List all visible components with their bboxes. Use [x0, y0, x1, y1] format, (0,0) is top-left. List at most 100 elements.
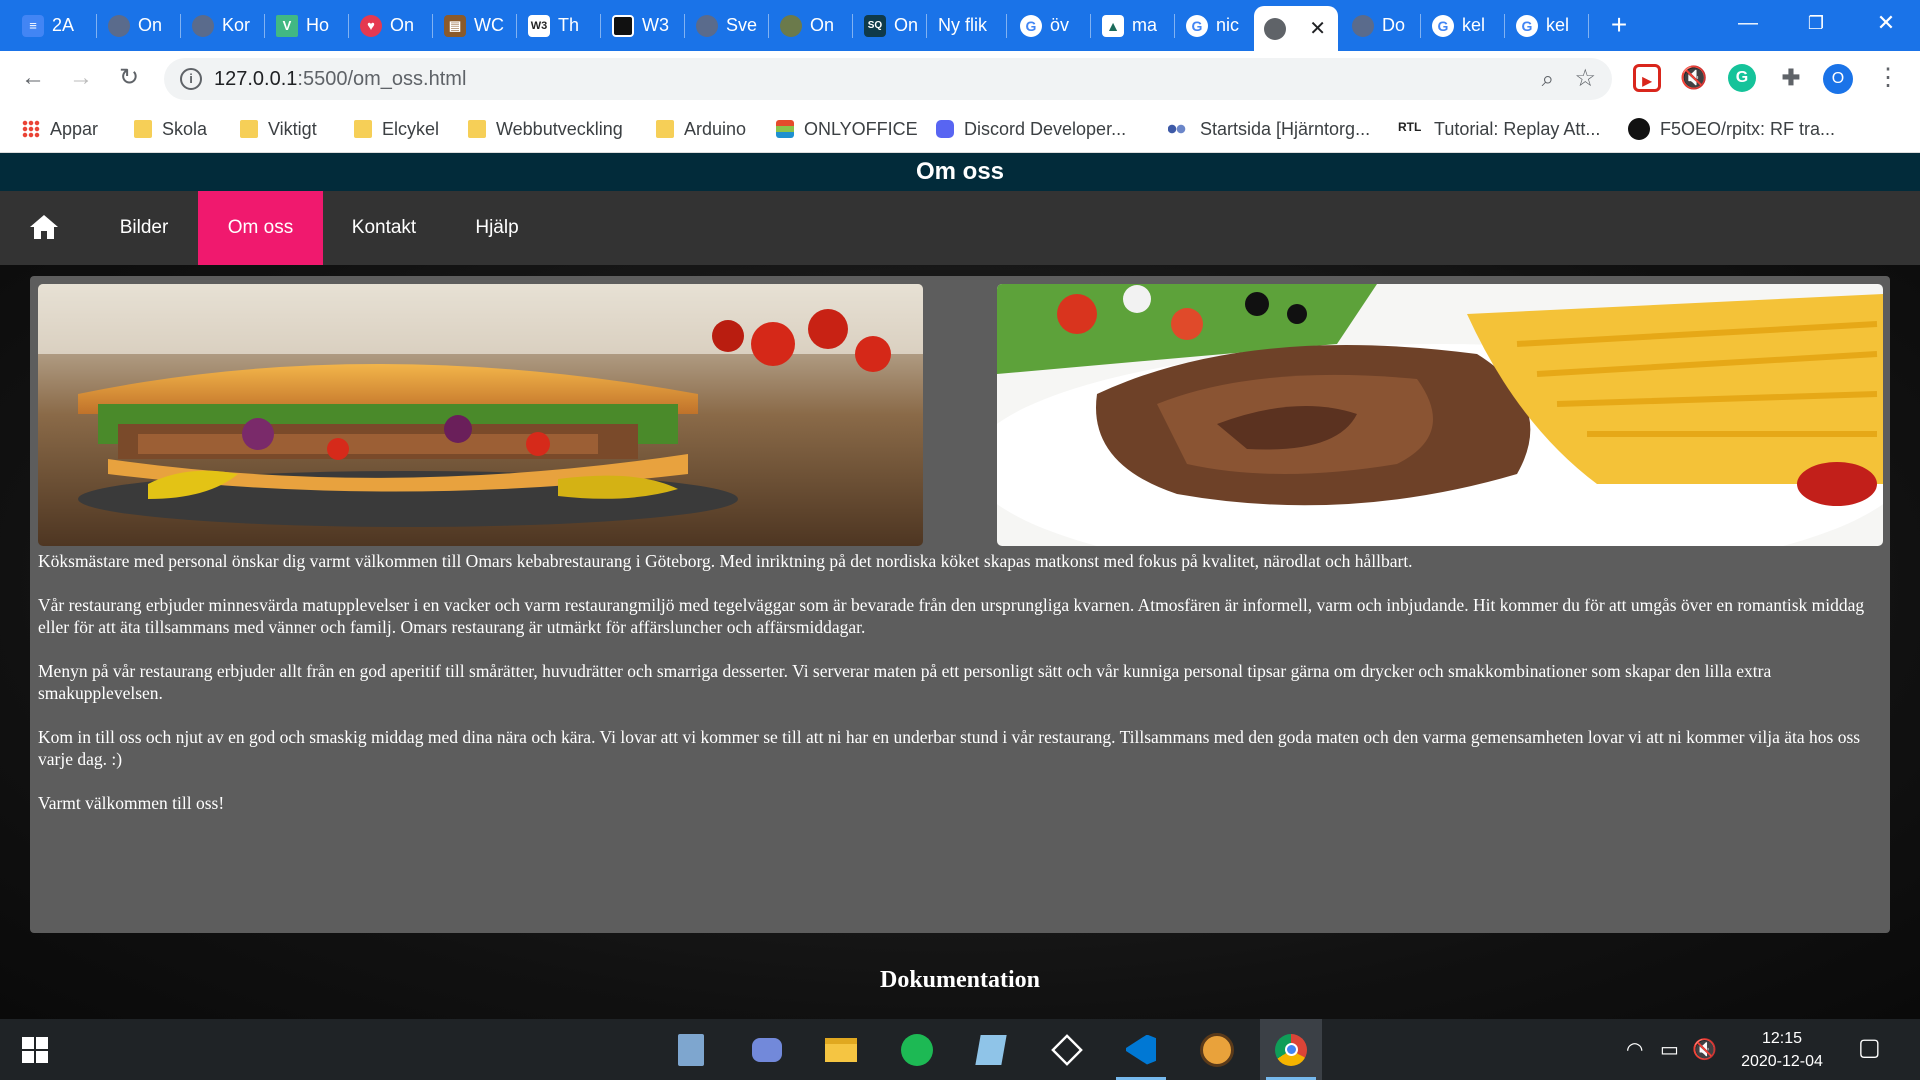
w3-icon: W3 — [528, 14, 550, 37]
browser-toolbar: ← → ↻ i 127.0.0.1:5500/om_oss.html ⌕ ☆ ▶… — [0, 51, 1920, 106]
hat-icon: ▲ — [1102, 14, 1124, 37]
zoom-icon[interactable]: ⌕ — [1542, 66, 1554, 92]
url-host: 127.0.0.1 — [214, 68, 298, 90]
onlyoffice-icon — [776, 120, 794, 138]
unity-icon[interactable] — [1036, 1019, 1098, 1080]
nav-hjalp[interactable]: Hjälp — [452, 191, 542, 265]
close-tab-icon[interactable]: ✕ — [1309, 16, 1326, 41]
bookmark-folder[interactable]: Arduino — [656, 116, 746, 142]
folder-icon — [468, 120, 486, 138]
bookmark-onlyoffice[interactable]: ONLYOFFICE — [776, 116, 918, 142]
file-explorer-icon[interactable] — [810, 1019, 872, 1080]
bookmark-rtl[interactable]: RTL Tutorial: Replay Att... — [1398, 116, 1600, 142]
url-text[interactable]: 127.0.0.1:5500/om_oss.html — [214, 68, 466, 91]
nav-bilder[interactable]: Bilder — [96, 191, 192, 265]
tab[interactable]: Ny flik — [928, 6, 1012, 45]
address-bar[interactable]: i 127.0.0.1:5500/om_oss.html ⌕ ☆ — [164, 58, 1612, 100]
discord-icon[interactable] — [736, 1019, 798, 1080]
tab[interactable]: W3 — [602, 6, 676, 45]
forward-icon[interactable]: → — [66, 63, 96, 93]
tab[interactable]: V Ho — [266, 6, 340, 45]
spotify-icon[interactable] — [886, 1019, 948, 1080]
chrome-icon[interactable] — [1260, 1019, 1322, 1080]
minimize-icon[interactable]: — — [1728, 8, 1768, 38]
tab[interactable]: On — [770, 6, 844, 45]
tab[interactable]: On — [98, 6, 170, 45]
close-window-icon[interactable]: ✕ — [1866, 8, 1906, 38]
bookmark-github[interactable]: F5OEO/rpitx: RF tra... — [1628, 116, 1835, 142]
home-icon[interactable] — [28, 213, 60, 241]
tab[interactable]: ♥ On — [350, 6, 424, 45]
google-icon: G — [1516, 14, 1538, 37]
extensions-puzzle-icon[interactable]: ✚ — [1777, 64, 1805, 92]
nav-om-oss[interactable]: Om oss — [198, 191, 323, 265]
folder-icon — [656, 120, 674, 138]
bookmark-folder[interactable]: Viktigt — [240, 116, 317, 142]
restore-icon[interactable]: ❐ — [1796, 8, 1836, 38]
paragraph: Varmt välkommen till oss! — [38, 793, 225, 813]
tab-active[interactable]: ✕ — [1254, 6, 1338, 51]
vscode-icon[interactable] — [1110, 1019, 1172, 1080]
menu-kebab-icon[interactable]: ⋮ — [1876, 63, 1900, 92]
calculator-icon[interactable] — [660, 1019, 722, 1080]
notifications-icon[interactable]: ▢ — [1858, 1033, 1881, 1062]
info-icon[interactable]: i — [180, 68, 202, 90]
windows-taskbar: ◠ ▭ 🔇 12:15 2020-12-04 ▢ — [0, 1019, 1920, 1080]
bookmark-apps[interactable]: Appar — [22, 116, 98, 142]
clock-time: 12:15 — [1761, 1030, 1803, 1047]
dots-icon — [1168, 120, 1190, 138]
bookmark-folder[interactable]: Webbutveckling — [468, 116, 623, 142]
clock-date: 2020-12-04 — [1741, 1053, 1823, 1070]
google-icon: G — [1186, 14, 1208, 37]
shoes-game-icon[interactable] — [1186, 1019, 1248, 1080]
footer-heading: Dokumentation — [879, 967, 1041, 993]
grammarly-icon[interactable]: G — [1728, 64, 1756, 92]
bookmark-discord[interactable]: Discord Developer... — [936, 116, 1126, 142]
tab[interactable]: Sve — [686, 6, 760, 45]
windows-logo-icon — [22, 1036, 48, 1063]
vue-icon: V — [276, 14, 298, 37]
tab[interactable]: Do — [1342, 6, 1416, 45]
back-icon[interactable]: ← — [18, 63, 48, 93]
globe-icon — [1352, 14, 1374, 37]
nav-kontakt[interactable]: Kontakt — [336, 191, 432, 265]
site-navbar: Bilder Om oss Kontakt Hjälp — [0, 191, 1920, 265]
bookmark-hjarntorget[interactable]: Startsida [Hjärntorg... — [1168, 116, 1370, 142]
video-extension-icon[interactable]: ▶ — [1633, 64, 1661, 92]
tab[interactable]: G kel — [1506, 6, 1580, 45]
paragraph: Vår restaurang erbjuder minnesvärda matu… — [38, 595, 1865, 637]
about-content: Köksmästare med personal önskar dig varm… — [30, 276, 1890, 933]
new-tab-button[interactable]: + — [1604, 10, 1634, 40]
page-title: Om oss — [0, 153, 1920, 191]
tab[interactable]: SQ On — [854, 6, 928, 45]
volume-muted-icon[interactable]: 🔇 — [1692, 1037, 1717, 1062]
system-clock[interactable]: 12:15 2020-12-04 — [1722, 1027, 1842, 1073]
folder-icon — [240, 120, 258, 138]
browser-tab-strip: ≡ 2A On Kor V Ho ♥ On ▤ WC W3 Th W3 Sve — [0, 0, 1920, 51]
reload-icon[interactable]: ↻ — [114, 63, 144, 93]
tab[interactable]: ≡ 2A — [12, 6, 86, 45]
tab[interactable]: G nic — [1176, 6, 1250, 45]
tab[interactable]: ▤ WC — [434, 6, 508, 45]
bookmarks-bar: Appar Skola Viktigt Elcykel Webbutveckli… — [0, 106, 1920, 153]
globe-icon — [696, 14, 718, 37]
bookmark-star-icon[interactable]: ☆ — [1574, 64, 1596, 93]
tab[interactable]: Kor — [182, 6, 256, 45]
mute-tab-icon[interactable]: 🔇 — [1680, 64, 1708, 92]
tab[interactable]: G kel — [1422, 6, 1496, 45]
tab[interactable]: G öv — [1010, 6, 1084, 45]
kebab-plate-photo — [997, 284, 1883, 546]
tab[interactable]: W3 Th — [518, 6, 592, 45]
start-button[interactable] — [4, 1019, 66, 1080]
notepad-icon[interactable] — [960, 1019, 1022, 1080]
page-viewport: Om oss Bilder Om oss Kontakt Hjälp Köksm… — [0, 153, 1920, 1019]
github-icon — [1628, 118, 1650, 140]
bookmark-folder[interactable]: Elcykel — [354, 116, 439, 142]
bookmark-folder[interactable]: Skola — [134, 116, 207, 142]
tab[interactable]: ▲ ma — [1092, 6, 1166, 45]
battery-icon[interactable]: ▭ — [1660, 1037, 1679, 1062]
rtl-icon: RTL — [1398, 120, 1422, 134]
folder-icon — [354, 120, 372, 138]
wifi-icon[interactable]: ◠ — [1626, 1037, 1643, 1062]
profile-avatar[interactable]: O — [1823, 64, 1853, 94]
